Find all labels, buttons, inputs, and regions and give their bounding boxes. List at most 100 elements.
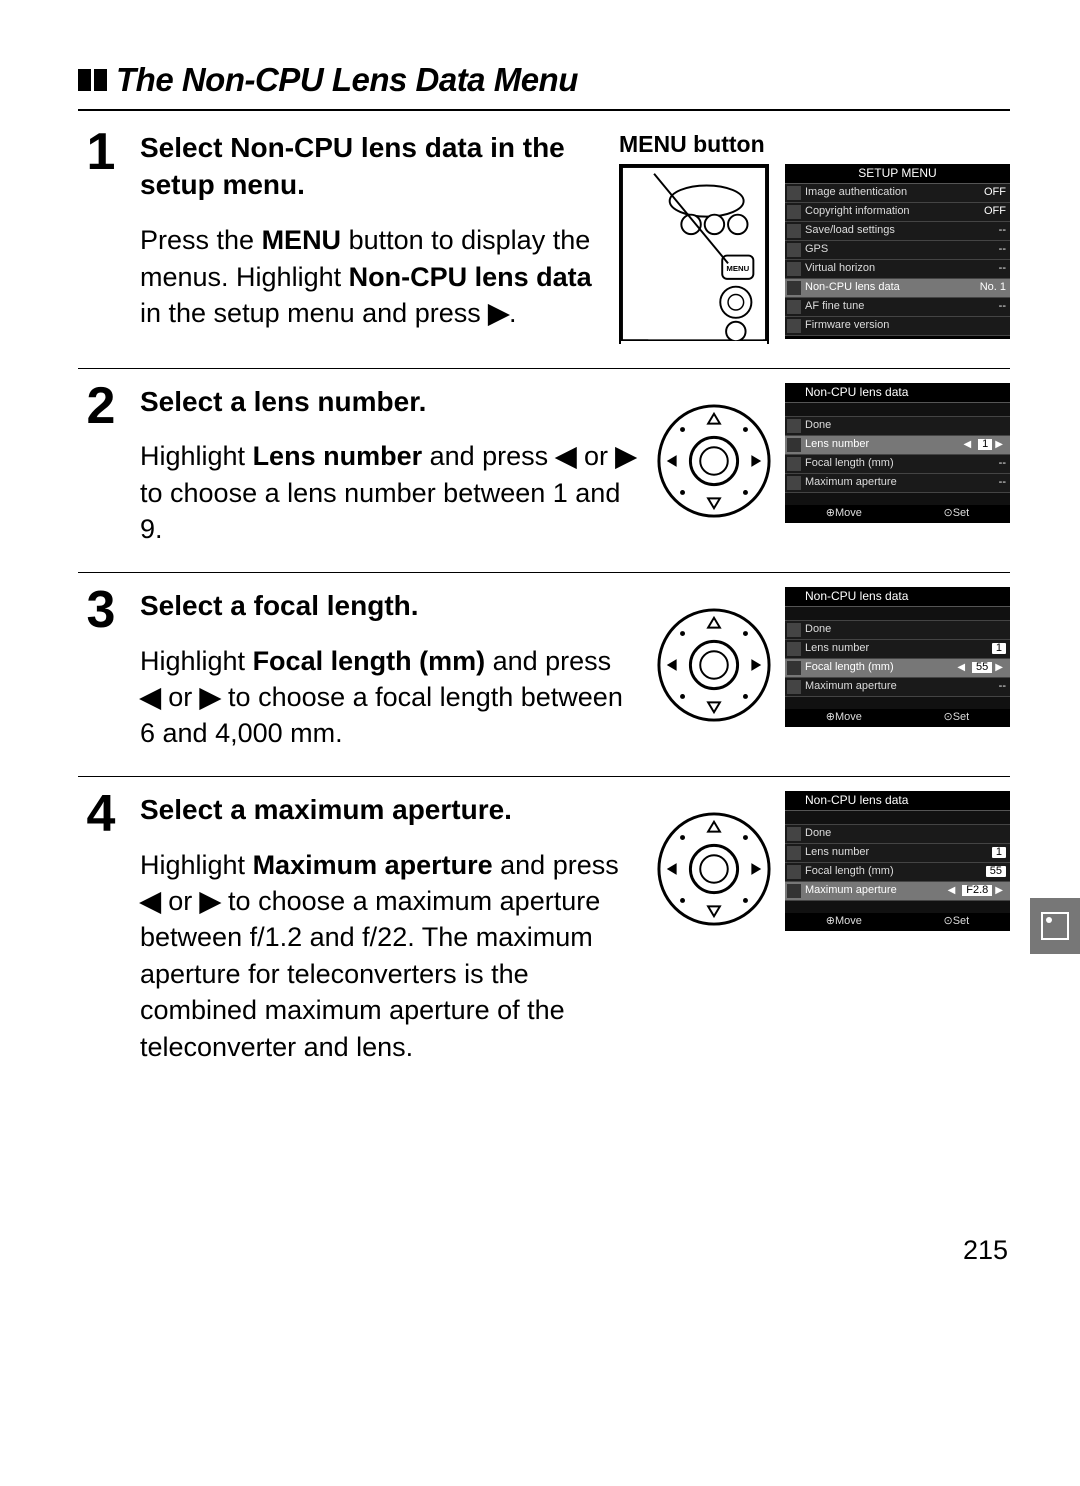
lcd-row-icon [787, 476, 801, 490]
lcd-row: Lens number 1 [785, 640, 1010, 659]
lcd-row-icon [787, 827, 801, 841]
lcd-row-icon [787, 438, 801, 452]
menu-word: MENU [262, 225, 342, 255]
lcd-row-label: Focal length (mm) [805, 458, 995, 469]
lcd-row-label: Lens number [805, 439, 960, 450]
section-tab-icon [1030, 898, 1080, 954]
lcd-row: Virtual horizon-- [785, 260, 1010, 279]
lcd-row-value: -- [999, 477, 1006, 488]
lcd-row-value: OFF [984, 187, 1006, 198]
lcd-row: Image authenticationOFF [785, 184, 1010, 203]
lcd-row-label: Save/load settings [805, 225, 995, 236]
step-number: 2 [78, 383, 122, 548]
lcd-row-label: Virtual horizon [805, 263, 995, 274]
lcd-row-label: Maximum aperture [805, 477, 995, 488]
lcd-row-icon [787, 300, 801, 314]
lcd-row: Done [785, 417, 1010, 436]
step-heading: Select Non-CPU lens data in the setup me… [140, 129, 601, 205]
camera-illustration: MENU [619, 164, 769, 344]
lcd-footer: ⊕Move ⊙Set [785, 913, 1010, 928]
step-number: 4 [78, 791, 122, 1065]
lcd-title: SETUP MENU [785, 164, 1010, 184]
lcd-row: Firmware version [785, 317, 1010, 336]
left-arrow-icon: ◀ [556, 441, 577, 471]
lcd-row: Maximum aperture -- [785, 678, 1010, 697]
lcd-row-label: Maximum aperture [805, 681, 995, 692]
lcd-setup-menu: SETUP MENU Image authenticationOFF Copyri… [785, 164, 1010, 339]
lcd-row-label: AF fine tune [805, 301, 995, 312]
title-rule [78, 109, 1010, 111]
multi-selector-illustration [655, 606, 773, 724]
right-arrow-icon: ▶ [488, 298, 509, 328]
lcd-row: Focal length (mm)◀55▶ [785, 659, 1010, 678]
lcd-title: Non-CPU lens data [785, 587, 1010, 607]
lcd-row: Maximum aperture◀F2.8▶ [785, 882, 1010, 901]
right-arrow-icon: ▶ [992, 663, 1006, 673]
lcd-lens-data: Non-CPU lens data Done Lens number◀ 1▶ Foca… [785, 383, 1010, 523]
lcd-row-icon [787, 243, 801, 257]
right-arrow-icon: ▶ [200, 682, 221, 712]
left-arrow-icon: ◀ [140, 682, 161, 712]
lcd-row: Done [785, 825, 1010, 844]
lcd-row: Lens number 1 [785, 844, 1010, 863]
right-arrow-icon: ▶ [992, 886, 1006, 896]
lcd-row: GPS -- [785, 241, 1010, 260]
lcd-row-icon [787, 186, 801, 200]
lcd-row-icon [787, 661, 801, 675]
right-arrow-icon: ▶ [615, 441, 636, 471]
step-body-text: Highlight Maximum aperture and press ◀ o… [140, 847, 637, 1066]
lcd-row: Done [785, 621, 1010, 640]
left-arrow-icon: ◀ [140, 886, 161, 916]
lcd-row-label: Done [805, 624, 1006, 635]
step-heading: Select a focal length. [140, 587, 637, 625]
page-title: The Non-CPU Lens Data Menu [78, 58, 1010, 103]
lcd-title: Non-CPU lens data [785, 791, 1010, 811]
title-decoration-icon [78, 58, 110, 103]
lcd-row-value: -- [999, 225, 1006, 236]
lcd-row-label: Lens number [805, 847, 988, 858]
lcd-title: Non-CPU lens data [785, 383, 1010, 403]
multi-selector-illustration [655, 402, 773, 520]
lcd-row-value: -- [999, 681, 1006, 692]
lcd-row-icon [787, 205, 801, 219]
lcd-row: Lens number◀ 1▶ [785, 436, 1010, 455]
lcd-row-label: Focal length (mm) [805, 866, 982, 877]
lcd-row-icon [787, 419, 801, 433]
lcd-row-label: Maximum aperture [805, 885, 945, 896]
lcd-row-value: 55 [972, 662, 992, 673]
lcd-row-value: -- [999, 244, 1006, 255]
lcd-row-icon [787, 680, 801, 694]
lcd-row-icon [787, 224, 801, 238]
page-number: 215 [963, 1232, 1008, 1268]
lcd-row-value: 1 [978, 439, 992, 450]
lcd-row-value: -- [999, 458, 1006, 469]
left-arrow-icon: ◀ [954, 663, 968, 673]
multi-selector-illustration [655, 810, 773, 928]
lcd-row-value: -- [999, 301, 1006, 312]
lcd-lens-data: Non-CPU lens data DoneLens number1Focal … [785, 587, 1010, 727]
step-2: 2 Select a lens number. Highlight Lens n… [78, 369, 1010, 573]
page-title-text: The Non-CPU Lens Data Menu [116, 61, 578, 98]
step-heading: Select a lens number. [140, 383, 637, 421]
lcd-footer: ⊕Move ⊙Set [785, 505, 1010, 520]
lcd-row-icon [787, 884, 801, 898]
step-body-text: Press the MENU button to display the men… [140, 222, 601, 331]
right-arrow-icon: ▶ [992, 440, 1006, 450]
lcd-row-value: 1 [992, 847, 1006, 858]
lcd-row-icon [787, 319, 801, 333]
camera-svg: MENU [621, 166, 767, 341]
lcd-row-value: 55 [986, 866, 1006, 877]
lcd-row-label: Lens number [805, 643, 988, 654]
step-3: 3 Select a focal length. Highlight Focal… [78, 573, 1010, 777]
lcd-row-icon [787, 457, 801, 471]
lcd-row: Focal length (mm) -- [785, 455, 1010, 474]
lcd-row-value: 1 [992, 643, 1006, 654]
lcd-row-label: GPS [805, 244, 995, 255]
lcd-row-value: OFF [984, 206, 1006, 217]
menu-button-label: MENU button [619, 129, 1010, 160]
lcd-row-label: Copyright information [805, 206, 980, 217]
left-arrow-icon: ◀ [960, 440, 974, 450]
lcd-row: Save/load settings -- [785, 222, 1010, 241]
lcd-row: Focal length (mm) 55 [785, 863, 1010, 882]
step-4: 4 Select a maximum aperture. Highlight M… [78, 777, 1010, 1089]
